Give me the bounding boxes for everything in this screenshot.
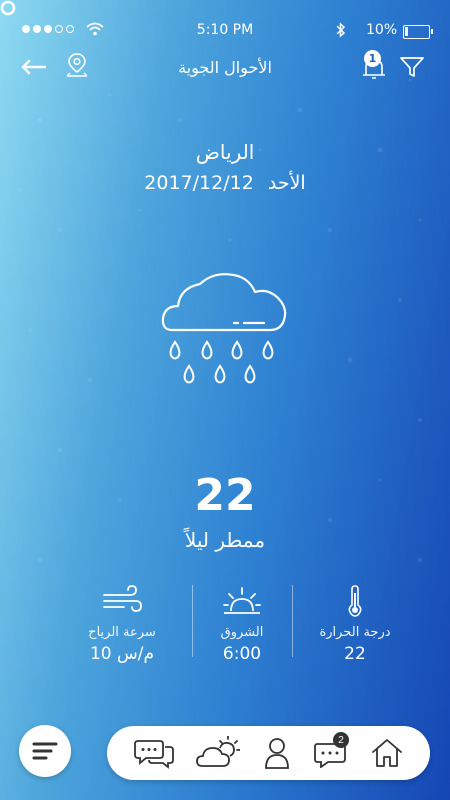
day-name: الأحد bbox=[267, 172, 306, 194]
chat-bubbles-icon bbox=[134, 740, 174, 769]
battery-percent: 10% bbox=[366, 22, 398, 38]
stat-sunrise-label: الشروق bbox=[220, 625, 264, 640]
stats-divider bbox=[192, 585, 193, 657]
weather-condition: ممطر ليلاً bbox=[184, 528, 266, 552]
nav-messages[interactable]: 2 bbox=[306, 726, 356, 780]
city-name: الرياض bbox=[195, 140, 255, 164]
stat-wind-label: سرعة الرياح bbox=[88, 625, 156, 640]
stat-wind-value: 10 م/س bbox=[89, 644, 155, 664]
stat-temperature-value: 22 bbox=[344, 644, 366, 664]
messages-badge: 2 bbox=[333, 732, 349, 748]
sunrise-icon bbox=[223, 587, 261, 614]
nav-home[interactable] bbox=[362, 726, 412, 780]
home-icon bbox=[372, 739, 402, 767]
stat-temperature-label: درجة الحرارة bbox=[319, 625, 391, 640]
wind-icon bbox=[103, 585, 142, 612]
current-temperature: 22 bbox=[194, 470, 256, 521]
filter-icon[interactable] bbox=[398, 52, 426, 82]
nav-chat[interactable] bbox=[129, 726, 179, 780]
date-line: الأحد 2017/12/12 bbox=[0, 172, 450, 194]
date-value: 2017/12/12 bbox=[144, 172, 254, 194]
bluetooth-icon bbox=[336, 22, 346, 38]
battery-icon bbox=[403, 25, 433, 39]
user-icon bbox=[265, 738, 289, 769]
bottom-nav: 2 bbox=[107, 726, 430, 780]
notification-badge: 1 bbox=[364, 50, 381, 67]
rain-cloud-icon bbox=[161, 273, 287, 384]
nav-weather[interactable] bbox=[193, 726, 243, 780]
menu-lines-icon bbox=[32, 742, 58, 760]
stat-temperature: درجة الحرارة 22 bbox=[305, 585, 405, 664]
app-header: الأحوال الجوية 1 bbox=[0, 50, 450, 86]
stat-wind: سرعة الرياح 10 م/س bbox=[72, 585, 172, 664]
nav-profile[interactable] bbox=[252, 726, 302, 780]
notification-bell-icon[interactable]: 1 bbox=[360, 50, 388, 82]
thermometer-icon bbox=[348, 585, 362, 617]
stat-sunrise: الشروق 6:00 bbox=[192, 585, 292, 664]
weather-stats: درجة الحرارة 22 الشروق 6:00 سرعة الرياح … bbox=[0, 585, 450, 665]
raindrop-texture bbox=[18, 78, 422, 562]
menu-button[interactable] bbox=[19, 725, 71, 777]
stat-sunrise-value: 6:00 bbox=[222, 644, 262, 664]
sun-cloud-icon bbox=[196, 736, 240, 767]
stats-divider bbox=[292, 585, 293, 657]
